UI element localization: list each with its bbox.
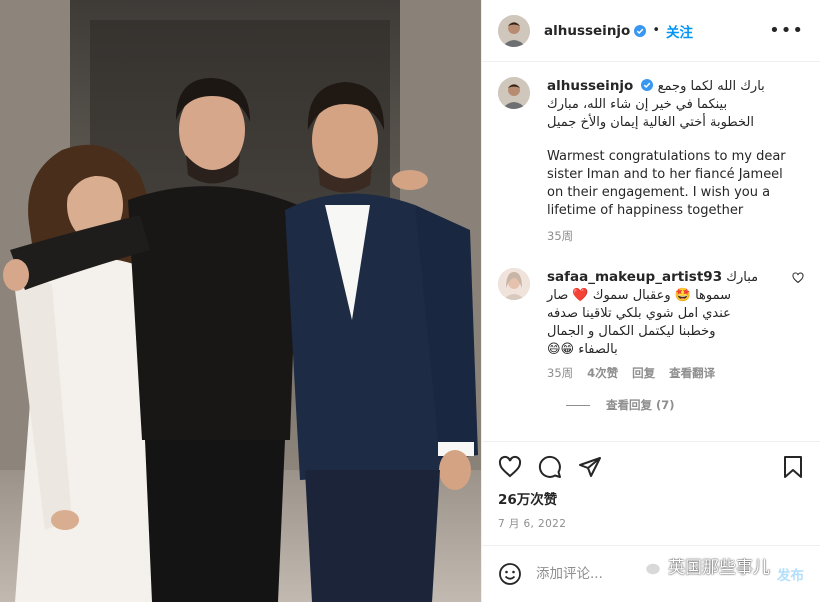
bookmark-icon[interactable] <box>782 455 804 479</box>
caption-arabic-line: بارك الله لكما وجمع <box>657 79 765 94</box>
caption-english: Warmest congratulations to my dear siste… <box>547 149 786 218</box>
comment-line: سموها 🤩 وعقبال سموك ❤️ صار <box>547 288 732 303</box>
smiley-icon[interactable] <box>498 562 522 586</box>
post-photo-illustration <box>0 0 481 602</box>
verified-badge-icon <box>634 24 647 37</box>
caption-username[interactable]: alhusseinjo <box>547 78 633 94</box>
comment-likes[interactable]: 4次赞 <box>587 365 618 381</box>
ellipsis-icon[interactable]: ••• <box>769 20 804 41</box>
post-date[interactable]: 7 月 6, 2022 <box>498 516 804 531</box>
comment-time[interactable]: 35周 <box>547 365 573 381</box>
commenter-username[interactable]: safaa_makeup_artist93 <box>547 269 722 285</box>
view-replies-button[interactable]: 查看回复 (7) <box>566 397 804 413</box>
comment-bubble-icon[interactable] <box>538 455 562 479</box>
view-replies-label: 查看回复 (7) <box>606 398 675 412</box>
separator-dot: • <box>652 23 660 38</box>
comment-line: وخطبنا ليكتمل الكمال و الجمال <box>547 324 716 339</box>
verified-badge-icon <box>641 79 654 91</box>
caption-body: alhusseinjo بارك الله لكما وجمع بينكما ف… <box>547 77 804 244</box>
follow-button[interactable]: 关注 <box>666 21 693 41</box>
add-comment-bar: 发布 <box>482 545 820 602</box>
see-translation-button[interactable]: 查看翻译 <box>669 365 715 381</box>
comment-line: مبارك <box>726 270 759 285</box>
comment-body: safaa_makeup_artist93 مبارك سموها 🤩 وعقب… <box>547 268 784 381</box>
post-panel: alhusseinjo • 关注 ••• alhusseinjo بارك ال… <box>481 0 820 602</box>
comment-meta: 35周 4次赞 回复 查看翻译 <box>547 365 784 381</box>
commenter-avatar[interactable] <box>498 268 530 300</box>
like-count[interactable]: 26万次赞 <box>498 488 804 508</box>
post-photo[interactable] <box>0 0 481 602</box>
post-header: alhusseinjo • 关注 ••• <box>482 0 820 62</box>
post-comment-button[interactable]: 发布 <box>777 564 804 584</box>
comment-input[interactable] <box>536 566 656 582</box>
action-icons <box>498 452 804 482</box>
comment-like-heart-icon[interactable] <box>792 272 804 284</box>
caption-arabic-line: بينكما في خير إن شاء الله، مبارك <box>547 97 728 112</box>
caption-time[interactable]: 35周 <box>547 228 804 244</box>
author-avatar[interactable] <box>498 14 530 47</box>
author-username[interactable]: alhusseinjo <box>544 23 630 39</box>
caption-avatar[interactable] <box>498 77 530 109</box>
heart-icon[interactable] <box>498 455 522 479</box>
comment-line: بالصفاء 😁😄 <box>547 342 618 357</box>
comment-line: عندي امل شوي بلكي تلاقينا صدفه <box>547 306 731 321</box>
reply-button[interactable]: 回复 <box>632 365 655 381</box>
caption: alhusseinjo بارك الله لكما وجمع بينكما ف… <box>498 77 804 244</box>
paper-plane-icon[interactable] <box>578 455 602 479</box>
action-bar: 26万次赞 7 月 6, 2022 <box>482 441 820 531</box>
caption-arabic-line: الخطوبة أختي الغالية إيمان والأخ جميل <box>547 115 754 130</box>
comment-text: safaa_makeup_artist93 مبارك سموها 🤩 وعقب… <box>547 268 784 359</box>
comment-item: safaa_makeup_artist93 مبارك سموها 🤩 وعقب… <box>498 268 804 381</box>
caption-arabic: alhusseinjo بارك الله لكما وجمع بينكما ف… <box>547 77 804 132</box>
replies-divider-line <box>566 404 590 406</box>
comments-section[interactable]: alhusseinjo بارك الله لكما وجمع بينكما ف… <box>482 63 820 441</box>
